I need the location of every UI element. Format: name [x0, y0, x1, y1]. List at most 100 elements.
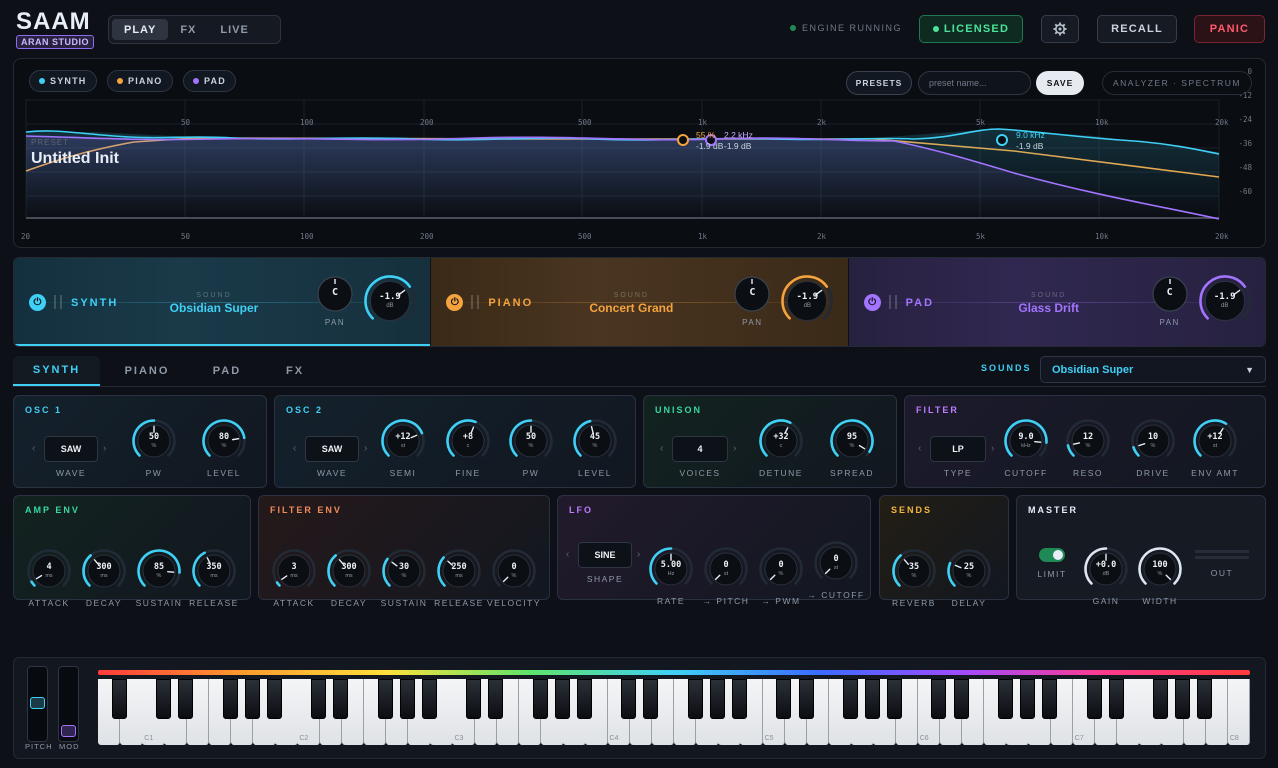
preset-name-input[interactable]	[918, 71, 1031, 95]
knob-pwm[interactable]: 0%	[758, 546, 804, 592]
layer-chip-pad[interactable]: PAD	[183, 70, 236, 92]
pitch-wheel[interactable]	[27, 666, 48, 742]
knob-env-amt[interactable]: +12 st	[1192, 418, 1238, 464]
black-key[interactable]	[266, 679, 282, 719]
knob-pw[interactable]: 50%	[131, 418, 177, 464]
level-knob[interactable]: -1.9 dB	[780, 274, 834, 328]
black-key[interactable]	[576, 679, 593, 719]
power-icon[interactable]: ⏻	[863, 294, 881, 311]
chevron-left-icon[interactable]: ‹	[918, 443, 921, 454]
strip-sound-name[interactable]: Obsidian Super	[134, 301, 294, 315]
black-key[interactable]	[1108, 679, 1124, 719]
power-icon[interactable]: ⏻	[29, 294, 46, 311]
knob-cutoff[interactable]: 9.0 kHz	[1003, 418, 1049, 464]
level-knob[interactable]: -1.9 dB	[363, 274, 417, 328]
black-key[interactable]	[643, 679, 659, 719]
power-icon[interactable]: ⏻	[446, 294, 464, 311]
knob-spread[interactable]: 95%	[829, 418, 875, 464]
osc1-wave-select[interactable]: SAW	[44, 436, 98, 462]
chevron-right-icon[interactable]: ›	[103, 443, 106, 454]
presets-button[interactable]: PRESETS	[846, 71, 912, 95]
pan-knob[interactable]: C	[733, 275, 771, 313]
black-key[interactable]	[311, 679, 327, 719]
drag-handle-icon[interactable]	[54, 295, 62, 309]
knob-cutoff[interactable]: 0st	[813, 540, 859, 586]
recall-button[interactable]: RECALL	[1097, 15, 1177, 43]
settings-button[interactable]	[1041, 15, 1079, 43]
black-key[interactable]	[842, 679, 858, 719]
black-key[interactable]	[997, 679, 1013, 719]
pan-knob[interactable]: C	[316, 275, 354, 313]
knob-semi[interactable]: +12 st	[380, 418, 426, 464]
analyzer-mode-label[interactable]: ANALYZER · SPECTRUM	[1102, 71, 1252, 95]
black-key[interactable]	[399, 679, 415, 719]
black-key[interactable]	[222, 679, 238, 719]
black-key[interactable]	[887, 679, 903, 719]
chevron-left-icon[interactable]: ‹	[566, 549, 569, 560]
knob-release[interactable]: 350 ms	[191, 548, 237, 594]
mode-tab-play[interactable]: PLAY	[112, 19, 169, 40]
eq-node-piano[interactable]	[677, 134, 689, 146]
black-key[interactable]	[687, 679, 703, 719]
knob-decay[interactable]: 300 ms	[81, 548, 127, 594]
mode-tab-live[interactable]: LIVE	[208, 19, 260, 40]
unison-voices-select[interactable]: 4	[672, 436, 728, 462]
tab-fx[interactable]: FX	[264, 356, 326, 386]
black-key[interactable]	[466, 679, 482, 719]
knob-detune[interactable]: +32 c	[758, 418, 804, 464]
knob-level[interactable]: 45%	[572, 418, 618, 464]
mod-wheel-handle[interactable]	[61, 725, 76, 737]
chevron-left-icon[interactable]: ‹	[293, 443, 296, 454]
black-key[interactable]	[111, 679, 127, 719]
strip-sound-name[interactable]: Glass Drift	[969, 301, 1129, 315]
black-key[interactable]	[709, 679, 725, 719]
sounds-select[interactable]: Obsidian Super ▼	[1040, 356, 1266, 383]
black-key[interactable]	[488, 679, 504, 719]
knob-pw[interactable]: 50%	[508, 418, 554, 464]
knob-sustain[interactable]: 85%	[136, 548, 182, 594]
pitch-wheel-handle[interactable]	[30, 697, 45, 709]
chevron-right-icon[interactable]: ›	[364, 443, 367, 454]
pan-knob[interactable]: C	[1151, 275, 1189, 313]
knob-attack[interactable]: 4 ms	[26, 548, 72, 594]
black-key[interactable]	[953, 679, 969, 719]
black-key[interactable]	[421, 679, 437, 719]
chevron-right-icon[interactable]: ›	[637, 549, 640, 560]
licensed-button[interactable]: LICENSED	[919, 15, 1023, 43]
drag-handle-icon[interactable]	[888, 295, 897, 309]
strip-sound-name[interactable]: Concert Grand	[551, 301, 711, 315]
knob-decay[interactable]: 300 ms	[326, 548, 372, 594]
chevron-right-icon[interactable]: ›	[991, 443, 994, 454]
white-key[interactable]: C8	[1227, 679, 1251, 745]
knob-velocity[interactable]: 0%	[491, 548, 537, 594]
knob-pitch[interactable]: 0st	[703, 546, 749, 592]
tab-pad[interactable]: PAD	[194, 356, 260, 386]
lfo-shape-select[interactable]: SINE	[578, 542, 632, 568]
black-key[interactable]	[178, 679, 194, 719]
black-key[interactable]	[864, 679, 881, 719]
black-key[interactable]	[244, 679, 260, 719]
black-key[interactable]	[1197, 679, 1213, 719]
layer-chip-synth[interactable]: SYNTH	[29, 70, 97, 92]
knob-release[interactable]: 250 ms	[436, 548, 482, 594]
knob-width[interactable]: 100%	[1137, 546, 1183, 592]
eq-node-synth[interactable]	[996, 134, 1008, 146]
black-key[interactable]	[333, 679, 349, 719]
knob-gain[interactable]: +0.0 dB	[1083, 546, 1129, 592]
knob-fine[interactable]: +8 c	[445, 418, 491, 464]
save-preset-button[interactable]: SAVE	[1036, 71, 1084, 95]
chevron-right-icon[interactable]: ›	[733, 443, 736, 454]
tab-synth[interactable]: SYNTH	[13, 356, 100, 386]
black-key[interactable]	[1175, 679, 1191, 719]
filter-type-select[interactable]: LP	[930, 436, 986, 462]
black-key[interactable]	[554, 679, 570, 719]
knob-reverb[interactable]: 35%	[891, 548, 937, 594]
panic-button[interactable]: PANIC	[1194, 15, 1265, 43]
knob-delay[interactable]: 25%	[946, 548, 992, 594]
black-key[interactable]	[776, 679, 792, 719]
channel-strip-pad[interactable]: ⏻ PAD SOUND Glass Drift C PAN -1.9 dB	[848, 258, 1265, 346]
chevron-left-icon[interactable]: ‹	[660, 443, 663, 454]
chevron-left-icon[interactable]: ‹	[32, 443, 35, 454]
knob-reso[interactable]: 12%	[1065, 418, 1111, 464]
drag-handle-icon[interactable]	[471, 295, 480, 309]
